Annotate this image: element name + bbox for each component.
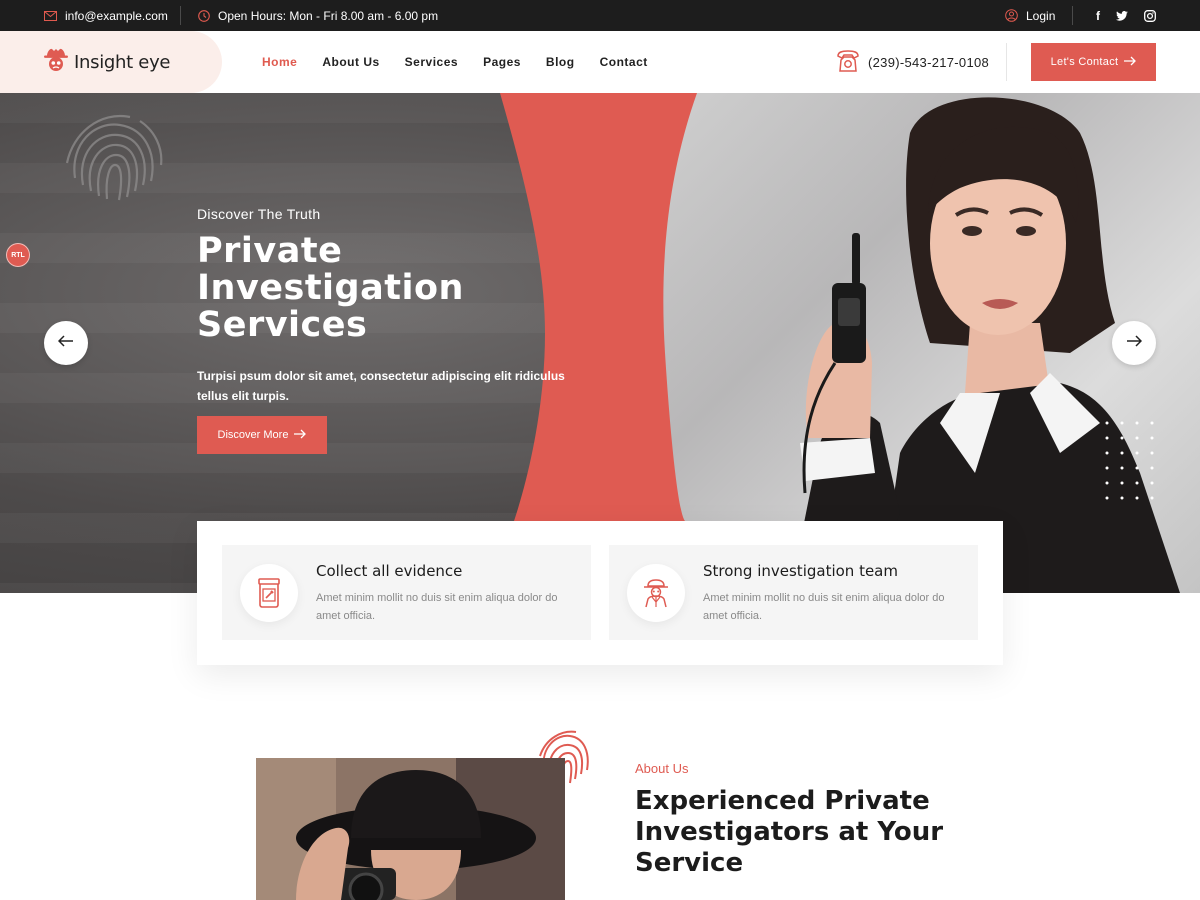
- phone-number[interactable]: (239)-543-217-0108: [868, 55, 989, 70]
- mail-icon: [44, 10, 57, 21]
- header-divider: [1006, 43, 1007, 81]
- nav-pages[interactable]: Pages: [483, 55, 521, 69]
- top-bar: info@example.com Open Hours: Mon - Fri 8…: [0, 0, 1200, 31]
- decorative-dots: [1105, 421, 1154, 500]
- nav-services[interactable]: Services: [405, 55, 458, 69]
- arrow-right-icon: [294, 429, 307, 442]
- feature-title: Strong investigation team: [703, 562, 898, 580]
- slider-prev-button[interactable]: [44, 321, 88, 365]
- topbar-hours: Open Hours: Mon - Fri 8.00 am - 6.00 pm: [198, 0, 438, 31]
- login-link[interactable]: Login: [1005, 0, 1055, 31]
- topbar-divider: [180, 6, 181, 25]
- feature-card: Collect all evidence Amet minim mollit n…: [222, 545, 591, 640]
- discover-more-button[interactable]: Discover More: [197, 416, 327, 454]
- nav-about-us[interactable]: About Us: [322, 55, 379, 69]
- about-title: Experienced Private Investigators at You…: [635, 786, 944, 878]
- clock-icon: [198, 9, 210, 22]
- fingerprint-icon: [65, 114, 163, 201]
- feature-text: Amet minim mollit no duis sit enim aliqu…: [703, 592, 945, 622]
- main-nav: Home About Us Services Pages Blog Contac…: [262, 31, 648, 93]
- hero-title-line: Investigation: [197, 268, 464, 308]
- feature-title: Collect all evidence: [316, 562, 463, 580]
- feature-card: Strong investigation team Amet minim mol…: [609, 545, 978, 640]
- login-text[interactable]: Login: [1026, 9, 1055, 23]
- nav-blog[interactable]: Blog: [546, 55, 575, 69]
- email-text[interactable]: info@example.com: [65, 9, 168, 23]
- site-logo[interactable]: Insight eye: [44, 31, 171, 93]
- topbar-divider: [1072, 6, 1073, 25]
- instagram-icon[interactable]: [1144, 9, 1156, 22]
- hero-title: Private Investigation Services: [197, 233, 617, 344]
- about-kicker: About Us: [635, 761, 689, 776]
- lets-contact-label: Let's Contact: [1050, 56, 1119, 68]
- hero-title-line: Private: [197, 231, 343, 271]
- features-panel: Collect all evidence Amet minim mollit n…: [197, 521, 1003, 665]
- arrow-right-icon: [1126, 334, 1143, 352]
- feature-text: Amet minim mollit no duis sit enim aliqu…: [316, 592, 558, 622]
- hours-text: Open Hours: Mon - Fri 8.00 am - 6.00 pm: [218, 8, 439, 23]
- main-header: Insight eye Home About Us Services Pages…: [0, 31, 1200, 93]
- phone-contact[interactable]: (239)-543-217-0108: [836, 31, 989, 93]
- social-links: f: [1096, 0, 1156, 31]
- arrow-right-icon: [1124, 56, 1137, 69]
- detective-icon: [627, 564, 685, 622]
- lets-contact-button[interactable]: Let's Contact: [1031, 43, 1156, 81]
- photographer-illustration: [256, 758, 565, 900]
- evidence-jar-icon: [240, 564, 298, 622]
- topbar-email[interactable]: info@example.com: [44, 0, 168, 31]
- hero-kicker: Discover The Truth: [197, 206, 321, 222]
- rtl-toggle-badge[interactable]: RTL: [6, 243, 30, 267]
- logo-text[interactable]: Insight eye: [74, 52, 171, 73]
- hero-title-line: Services: [197, 305, 368, 345]
- hero-slider: RTL Discover The Truth Private Investiga…: [0, 93, 1200, 593]
- arrow-left-icon: [57, 334, 74, 352]
- facebook-icon[interactable]: f: [1096, 9, 1100, 23]
- about-photographer-image: [256, 758, 565, 900]
- discover-more-label: Discover More: [217, 429, 289, 441]
- twitter-icon[interactable]: [1116, 10, 1128, 21]
- nav-home[interactable]: Home: [262, 55, 297, 69]
- user-icon: [1005, 9, 1018, 22]
- detective-logo-icon: [44, 47, 68, 78]
- slider-next-button[interactable]: [1112, 321, 1156, 365]
- nav-contact[interactable]: Contact: [600, 55, 648, 69]
- telephone-icon: [836, 49, 860, 76]
- hero-description: Turpisi psum dolor sit amet, consectetur…: [197, 369, 565, 403]
